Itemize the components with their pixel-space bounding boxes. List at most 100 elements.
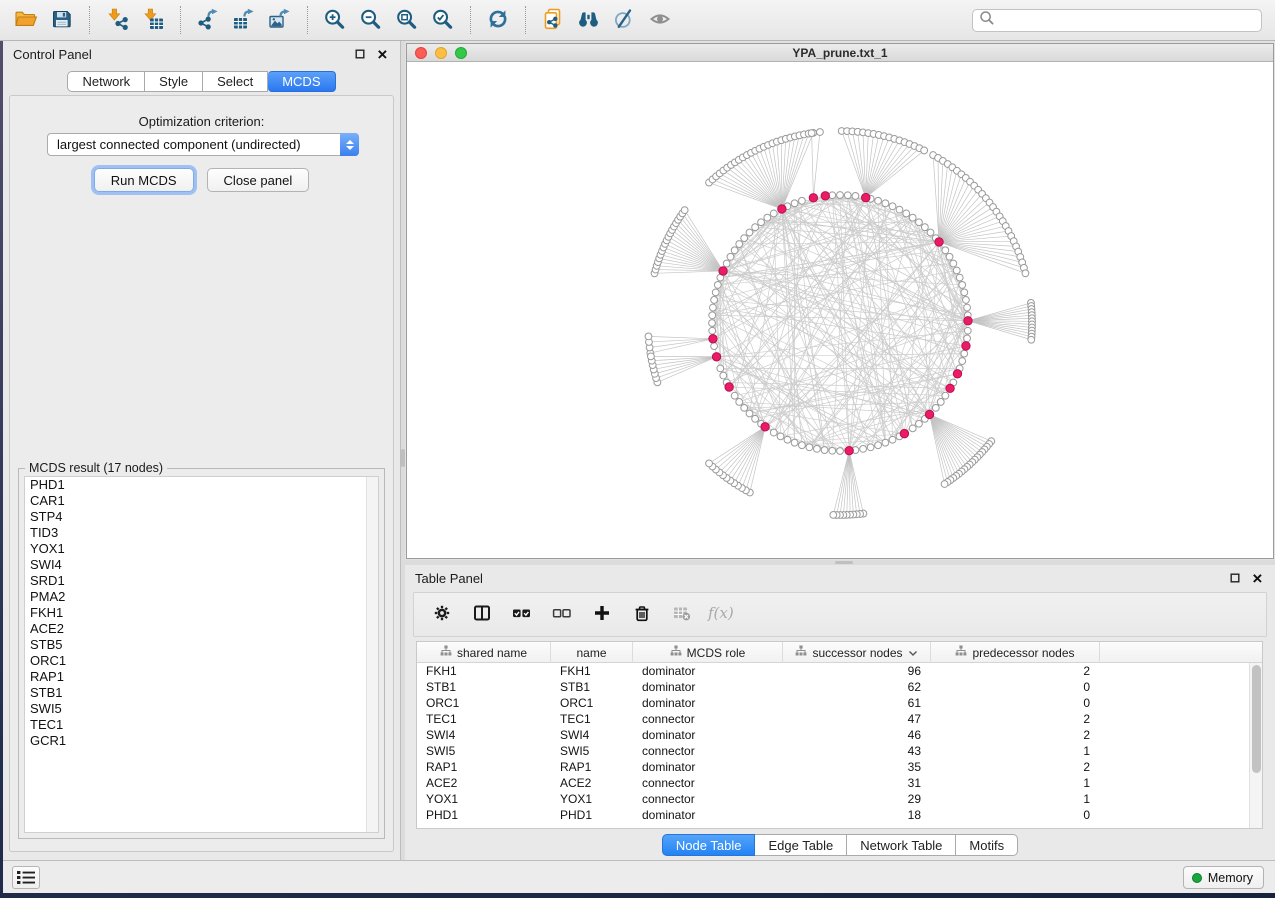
hide-preview-button[interactable]: [643, 4, 679, 36]
network-node[interactable]: [896, 206, 903, 213]
network-node[interactable]: [959, 282, 966, 289]
mcds-result-item[interactable]: TID3: [25, 525, 378, 541]
search-input[interactable]: [1000, 14, 1261, 28]
network-node[interactable]: [937, 399, 944, 406]
tab-node-table[interactable]: Node Table: [662, 834, 756, 856]
mcds-result-item[interactable]: ORC1: [25, 653, 378, 669]
zoom-fit-button[interactable]: [389, 4, 425, 36]
network-node[interactable]: [720, 372, 727, 379]
tab-motifs[interactable]: Motifs: [956, 834, 1018, 856]
tab-mcds[interactable]: MCDS: [268, 71, 335, 92]
mcds-result-item[interactable]: SWI4: [25, 557, 378, 573]
table-row[interactable]: PHD1PHD1dominator180: [417, 807, 1249, 823]
mcds-result-item[interactable]: ACE2: [25, 621, 378, 637]
network-canvas[interactable]: [407, 62, 1273, 558]
network-node[interactable]: [942, 392, 949, 399]
network-node[interactable]: [764, 214, 771, 221]
export-table-button[interactable]: [226, 4, 262, 36]
network-node[interactable]: [709, 312, 716, 319]
search-box[interactable]: [972, 9, 1262, 32]
mcds-node[interactable]: [761, 423, 769, 431]
run-mcds-button[interactable]: Run MCDS: [94, 168, 194, 192]
mcds-node[interactable]: [845, 446, 853, 454]
network-node[interactable]: [791, 439, 798, 446]
network-node[interactable]: [821, 447, 828, 454]
mcds-node[interactable]: [809, 194, 817, 202]
mcds-node[interactable]: [953, 370, 961, 378]
memory-button[interactable]: Memory: [1183, 866, 1264, 889]
network-node[interactable]: [731, 392, 738, 399]
search-network-button[interactable]: [571, 4, 607, 36]
mcds-node[interactable]: [719, 267, 727, 275]
network-node[interactable]: [645, 333, 652, 340]
splitter-grip[interactable]: [835, 561, 853, 564]
export-image-button[interactable]: [262, 4, 298, 36]
network-node[interactable]: [806, 444, 813, 451]
mcds-result-item[interactable]: TEC1: [25, 717, 378, 733]
network-node[interactable]: [875, 197, 882, 204]
network-node[interactable]: [882, 200, 889, 207]
network-node[interactable]: [808, 130, 815, 137]
mcds-result-item[interactable]: YOX1: [25, 541, 378, 557]
network-node[interactable]: [746, 410, 753, 417]
mcds-node[interactable]: [778, 205, 786, 213]
network-node[interactable]: [777, 433, 784, 440]
tab-edge-table[interactable]: Edge Table: [755, 834, 847, 856]
select-all-button[interactable]: [508, 601, 536, 629]
network-node[interactable]: [932, 404, 939, 411]
network-node[interactable]: [799, 442, 806, 449]
network-node[interactable]: [731, 247, 738, 254]
mcds-node[interactable]: [964, 317, 972, 325]
network-node[interactable]: [710, 304, 717, 311]
close-panel-button[interactable]: Close panel: [207, 168, 310, 192]
mcds-result-list[interactable]: PHD1CAR1STP4TID3YOX1SWI4SRD1PMA2FKH1ACE2…: [24, 476, 379, 833]
mcds-node[interactable]: [900, 429, 908, 437]
column-header-MCDS-role[interactable]: MCDS role: [633, 642, 783, 663]
open-folder-button[interactable]: [8, 4, 44, 36]
mcds-result-item[interactable]: SWI5: [25, 701, 378, 717]
table-row[interactable]: YOX1YOX1connector291: [417, 791, 1249, 807]
mcds-node[interactable]: [935, 238, 943, 246]
network-node[interactable]: [950, 260, 957, 267]
mcds-node[interactable]: [821, 192, 829, 200]
network-node[interactable]: [706, 460, 713, 467]
network-node[interactable]: [921, 224, 928, 231]
mcds-result-item[interactable]: SRD1: [25, 573, 378, 589]
network-node[interactable]: [711, 343, 718, 350]
column-header-name[interactable]: name: [551, 642, 633, 663]
tab-network-table[interactable]: Network Table: [847, 834, 956, 856]
network-node[interactable]: [770, 210, 777, 217]
mcds-node[interactable]: [725, 383, 733, 391]
network-node[interactable]: [963, 297, 970, 304]
network-node[interactable]: [844, 192, 851, 199]
network-node[interactable]: [964, 304, 971, 311]
network-node[interactable]: [791, 200, 798, 207]
network-node[interactable]: [860, 446, 867, 453]
sort-menu-icon[interactable]: [908, 646, 918, 660]
table-row[interactable]: STB1STB1dominator620: [417, 679, 1249, 695]
network-node[interactable]: [909, 425, 916, 432]
table-settings-button[interactable]: [428, 601, 456, 629]
network-node[interactable]: [770, 429, 777, 436]
network-node[interactable]: [959, 358, 966, 365]
import-table-button[interactable]: [135, 4, 171, 36]
network-node[interactable]: [852, 193, 859, 200]
network-node[interactable]: [736, 399, 743, 406]
table-scrollbar[interactable]: [1249, 663, 1262, 828]
delete-row-button[interactable]: [628, 601, 656, 629]
import-network-button[interactable]: [99, 4, 135, 36]
network-node[interactable]: [889, 203, 896, 210]
float-panel-icon[interactable]: [352, 47, 368, 61]
network-node[interactable]: [964, 327, 971, 334]
mcds-result-item[interactable]: STB5: [25, 637, 378, 653]
table-row[interactable]: RAP1RAP1dominator352: [417, 759, 1249, 775]
network-window-titlebar[interactable]: YPA_prune.txt_1: [407, 44, 1273, 62]
zoom-out-button[interactable]: [353, 4, 389, 36]
network-node[interactable]: [681, 207, 688, 214]
network-node[interactable]: [1022, 270, 1029, 277]
add-row-button[interactable]: [588, 601, 616, 629]
network-node[interactable]: [746, 229, 753, 236]
network-node[interactable]: [961, 350, 968, 357]
mcds-result-item[interactable]: STP4: [25, 509, 378, 525]
table-row[interactable]: SWI5SWI5connector431: [417, 743, 1249, 759]
